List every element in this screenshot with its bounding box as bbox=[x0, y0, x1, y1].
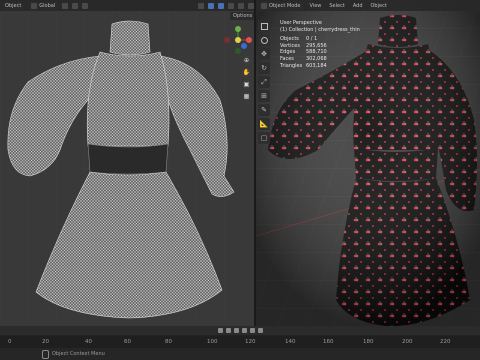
grid-view-icon[interactable]: ▦ bbox=[242, 92, 251, 101]
status-text: Object Context Menu bbox=[52, 351, 105, 357]
playback-controls bbox=[0, 326, 480, 335]
object-mode-selector[interactable]: Object bbox=[2, 1, 25, 10]
stat-row: Faces 302,068 bbox=[280, 55, 327, 62]
orientation-icon bbox=[31, 2, 38, 9]
menu-object[interactable]: Object bbox=[369, 3, 389, 9]
jump-start-icon[interactable] bbox=[217, 328, 223, 333]
right-viewport-header: Object Mode View Select Add Object bbox=[256, 0, 480, 11]
object-mode-icon bbox=[261, 2, 267, 9]
snap-icon[interactable] bbox=[72, 2, 79, 9]
proportional-edit-icon[interactable] bbox=[82, 2, 89, 9]
frame-tick: 120 bbox=[245, 339, 256, 345]
frame-tick: 180 bbox=[363, 339, 374, 345]
frame-tick: 100 bbox=[207, 339, 218, 345]
frame-tick: 80 bbox=[165, 339, 172, 345]
stat-row: Triangles 603,184 bbox=[280, 62, 327, 69]
add-cube-icon[interactable]: ▢ bbox=[258, 132, 270, 144]
next-keyframe-icon[interactable] bbox=[249, 328, 255, 333]
cursor-icon[interactable] bbox=[258, 34, 270, 46]
frame-tick: 20 bbox=[42, 339, 49, 345]
transform-icon[interactable]: ⊞ bbox=[258, 90, 270, 102]
stat-row: Vertices 295,656 bbox=[280, 42, 327, 49]
viewport-statistics: User Perspective (1) Collection | cherry… bbox=[280, 20, 360, 69]
left-3d-viewport[interactable]: Object Global Options ⊕ ✋ ▣ ▦ bbox=[0, 0, 254, 326]
rotate-icon[interactable]: ↻ bbox=[258, 62, 270, 74]
menu-select[interactable]: Select bbox=[327, 3, 346, 9]
shading-wireframe-icon[interactable] bbox=[218, 2, 224, 9]
options-button[interactable]: Options bbox=[230, 12, 254, 20]
pivot-icon[interactable] bbox=[62, 2, 69, 9]
wireframe-dress bbox=[0, 0, 254, 326]
mouse-icon bbox=[42, 349, 49, 359]
stat-row: Objects 0 / 1 bbox=[280, 36, 318, 43]
xray-icon[interactable] bbox=[208, 2, 214, 9]
frame-tick: 0 bbox=[8, 339, 12, 345]
frame-tick: 160 bbox=[323, 339, 334, 345]
right-3d-viewport[interactable]: Object Mode View Select Add Object ✥ ↻ ⤢… bbox=[256, 0, 480, 326]
blender-window: Object Global Options ⊕ ✋ ▣ ▦ Object Mod… bbox=[0, 0, 480, 360]
scale-icon[interactable]: ⤢ bbox=[258, 76, 270, 88]
frame-tick: 40 bbox=[85, 339, 92, 345]
select-box-icon[interactable] bbox=[258, 20, 270, 32]
annotate-icon[interactable]: ✎ bbox=[258, 104, 270, 116]
jump-end-icon[interactable] bbox=[257, 328, 263, 333]
shading-solid-icon[interactable] bbox=[228, 2, 234, 9]
object-mode-label: Object bbox=[5, 2, 22, 9]
zoom-icon[interactable]: ⊕ bbox=[242, 56, 251, 65]
collection-label: (1) Collection | cherrydress_thin bbox=[280, 26, 360, 33]
object-mode-text: Object Mode bbox=[269, 2, 301, 9]
view-title: User Perspective bbox=[280, 20, 322, 26]
left-toolbar: ✥ ↻ ⤢ ⊞ ✎ 📐 ▢ bbox=[258, 20, 270, 144]
transform-orientation-selector[interactable]: Global bbox=[28, 1, 59, 10]
measure-icon[interactable]: 📐 bbox=[258, 118, 270, 130]
frame-ruler[interactable]: 0 20 40 60 80 100 120 140 160 180 200 22… bbox=[0, 336, 480, 348]
transform-orientation-label: Global bbox=[39, 2, 56, 9]
axis-gizmo[interactable] bbox=[224, 26, 252, 54]
play-reverse-icon[interactable] bbox=[233, 328, 239, 333]
play-icon[interactable] bbox=[241, 328, 247, 333]
status-bar: Object Context Menu bbox=[0, 348, 480, 360]
prev-keyframe-icon[interactable] bbox=[225, 328, 231, 333]
object-mode-dropdown[interactable]: Object Mode bbox=[258, 1, 304, 10]
stat-row: Edges 588,710 bbox=[280, 49, 327, 56]
left-viewport-header: Object Global bbox=[0, 0, 254, 11]
pan-hand-icon[interactable]: ✋ bbox=[242, 68, 251, 77]
frame-tick: 60 bbox=[124, 339, 131, 345]
shading-material-icon[interactable] bbox=[238, 2, 244, 9]
menu-add[interactable]: Add bbox=[351, 3, 365, 9]
frame-tick: 220 bbox=[440, 339, 451, 345]
frame-tick: 200 bbox=[402, 339, 413, 345]
camera-icon[interactable]: ▣ bbox=[242, 80, 251, 89]
overlay-icon[interactable] bbox=[198, 2, 204, 9]
menu-view[interactable]: View bbox=[308, 3, 324, 9]
frame-tick: 140 bbox=[285, 339, 296, 345]
move-icon[interactable]: ✥ bbox=[258, 48, 270, 60]
